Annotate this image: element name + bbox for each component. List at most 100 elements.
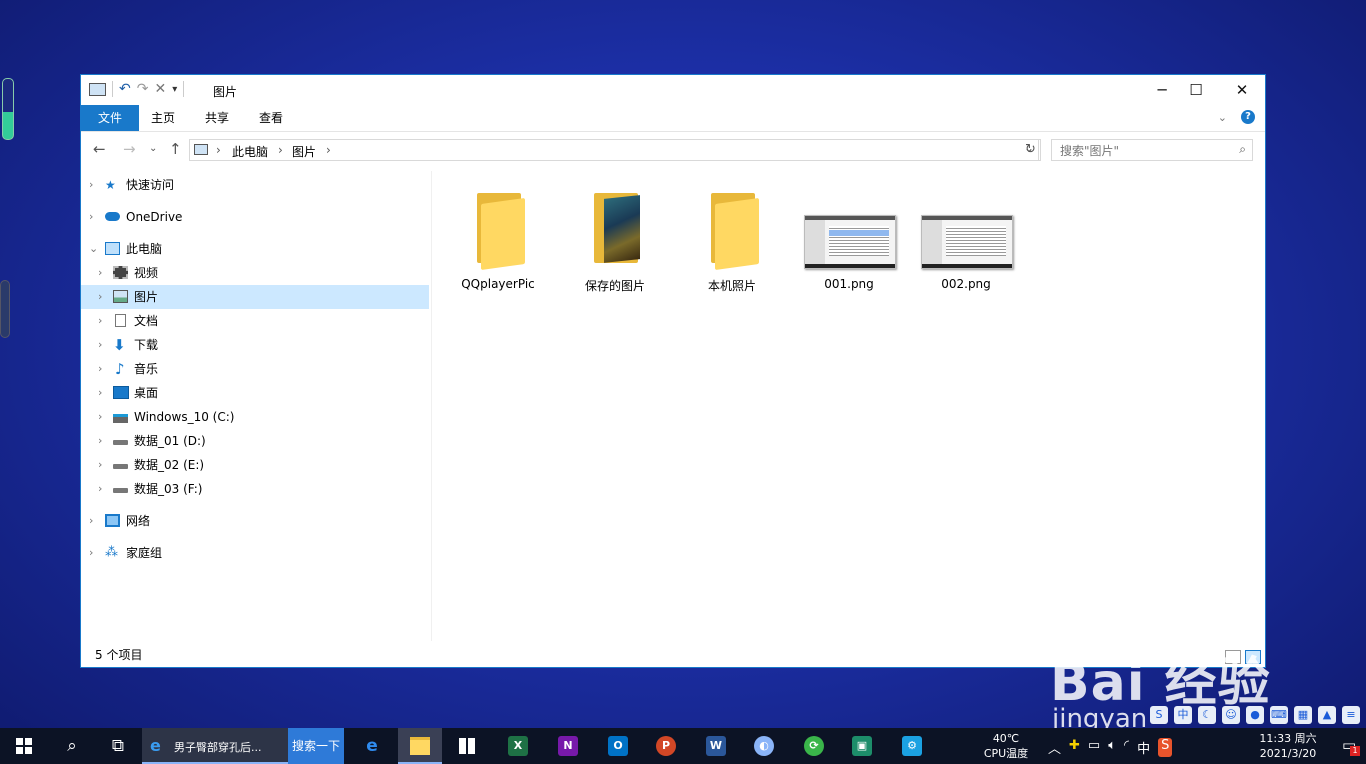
nav-item-this-pc[interactable]: ⌄ 此电脑 [81, 237, 429, 261]
refresh-app-icon[interactable]: ⟳ [792, 728, 836, 764]
expand-chevron-icon[interactable]: › [89, 541, 93, 565]
store-icon[interactable] [446, 728, 490, 764]
breadcrumb-separator[interactable]: › [216, 143, 221, 157]
help-icon[interactable]: ? [1241, 110, 1255, 124]
search-input[interactable] [1058, 141, 1232, 161]
sogou-ime-icon[interactable]: S [1158, 738, 1173, 757]
ime-logo-icon[interactable]: S [1150, 706, 1168, 724]
nav-item-drive-c[interactable]: › Windows_10 (C:) [81, 405, 429, 429]
breadcrumb-separator[interactable]: › [278, 143, 283, 157]
ime-tools-icon[interactable]: ▦ [1294, 706, 1312, 724]
settings-app-icon[interactable]: ⚙ [890, 728, 934, 764]
gear-icon: ⚙ [902, 736, 922, 756]
ime-moon-icon[interactable]: ☾ [1198, 706, 1216, 724]
expand-chevron-icon[interactable]: › [98, 429, 102, 453]
tab-home[interactable]: 主页 [139, 105, 187, 131]
paint-icon[interactable]: ◐ [742, 728, 786, 764]
nav-item-drive-e[interactable]: › 数据_02 (E:) [81, 453, 429, 477]
file-item-qqplayerpic[interactable]: QQplayerPic [443, 181, 553, 291]
pane-divider[interactable] [431, 171, 432, 641]
forward-icon[interactable]: → [123, 140, 136, 158]
expand-chevron-icon[interactable]: › [98, 357, 102, 381]
onenote-icon[interactable]: N [546, 728, 590, 764]
file-explorer-taskbar[interactable] [398, 728, 442, 764]
expand-chevron-icon[interactable]: › [98, 453, 102, 477]
nav-item-network[interactable]: › 网络 [81, 509, 429, 533]
ime-emoji-icon[interactable]: ☺ [1222, 706, 1240, 724]
nav-item-desktop[interactable]: › 桌面 [81, 381, 429, 405]
nav-item-onedrive[interactable]: › OneDrive [81, 205, 429, 229]
wifi-icon[interactable]: ◜ [1124, 738, 1129, 757]
refresh-button[interactable]: ↻ [1021, 139, 1041, 161]
back-icon[interactable]: ← [93, 140, 106, 158]
word-icon[interactable]: W [694, 728, 738, 764]
outlook-icon[interactable]: O [596, 728, 640, 764]
file-item-saved-pictures[interactable]: 保存的图片 [560, 181, 670, 293]
search-button[interactable]: 搜索一下 [288, 728, 344, 764]
nav-item-documents[interactable]: › 文档 [81, 309, 429, 333]
breadcrumb-pictures[interactable]: 图片 [292, 143, 316, 160]
nav-item-quick-access[interactable]: › ★ 快速访问 [81, 173, 429, 197]
expand-chevron-icon[interactable]: › [98, 261, 102, 285]
expand-chevron-icon[interactable]: › [98, 285, 102, 309]
tab-file[interactable]: 文件 [81, 105, 139, 131]
up-icon[interactable]: ↑ [169, 140, 182, 158]
edge-icon[interactable]: e [350, 728, 394, 764]
delete-icon[interactable]: ✕ [154, 81, 166, 97]
expand-chevron-icon[interactable]: › [89, 205, 93, 229]
search-box[interactable]: ⌕ [1051, 139, 1253, 161]
ime-mic-icon[interactable]: ● [1246, 706, 1264, 724]
close-button[interactable]: ✕ [1219, 75, 1265, 105]
file-item-002-png[interactable]: 002.png [911, 181, 1021, 291]
nav-item-music[interactable]: › ♪ 音乐 [81, 357, 429, 381]
expand-chevron-icon[interactable]: › [98, 477, 102, 501]
expand-chevron-icon[interactable]: › [98, 309, 102, 333]
expand-chevron-icon[interactable]: › [89, 173, 93, 197]
breadcrumb-separator[interactable]: › [326, 143, 331, 157]
expand-chevron-icon[interactable]: › [98, 381, 102, 405]
ime-mode-icon[interactable]: 中 [1174, 706, 1192, 724]
customize-qat-icon[interactable]: ▾ [172, 84, 177, 95]
file-item-001-png[interactable]: 001.png [794, 181, 904, 291]
file-item-camera-roll[interactable]: 本机照片 [677, 181, 787, 293]
nav-item-homegroup[interactable]: › ⁂ 家庭组 [81, 541, 429, 565]
window-icon[interactable] [89, 82, 106, 96]
redo-icon[interactable]: ↷ [137, 81, 149, 97]
expand-chevron-icon[interactable]: › [89, 509, 93, 533]
ime-menu-icon[interactable]: ≡ [1342, 706, 1360, 724]
nav-item-drive-f[interactable]: › 数据_03 (F:) [81, 477, 429, 501]
undo-icon[interactable]: ↶ [119, 81, 131, 97]
collapse-chevron-icon[interactable]: ⌄ [89, 237, 98, 261]
battery-icon[interactable]: ▭ [1088, 738, 1100, 757]
clock[interactable]: 11:33 周六 2021/3/20 [1248, 731, 1328, 761]
address-bar[interactable]: › 此电脑 › 图片 › ⌄ [189, 139, 1039, 161]
expand-chevron-icon[interactable]: › [98, 405, 102, 429]
breadcrumb-this-pc[interactable]: 此电脑 [232, 143, 268, 160]
expand-chevron-icon[interactable]: › [98, 333, 102, 357]
cpu-temperature[interactable]: 40℃ CPU温度 [978, 731, 1034, 761]
nav-item-drive-d[interactable]: › 数据_01 (D:) [81, 429, 429, 453]
image-app-icon[interactable]: ▣ [840, 728, 884, 764]
powerpoint-icon[interactable]: P [644, 728, 688, 764]
show-hidden-icons-icon[interactable]: ︿ [1048, 738, 1061, 757]
volume-icon[interactable]: 🔈︎ [1108, 738, 1116, 757]
start-button[interactable] [2, 728, 46, 764]
nav-item-videos[interactable]: › 视频 [81, 261, 429, 285]
search-icon[interactable]: ⌕ [1239, 142, 1246, 157]
search-taskbar-icon[interactable]: ⌕ [50, 728, 94, 764]
ie-taskbar-button[interactable]: e 男子臀部穿孔后... [142, 728, 288, 764]
input-method-label[interactable]: 中 [1137, 738, 1150, 757]
security-icon[interactable]: ✚ [1069, 738, 1080, 757]
chevron-down-icon[interactable]: ⌄ [1218, 111, 1227, 124]
action-center-icon[interactable]: ▭ 1 [1342, 736, 1360, 756]
recent-locations-icon[interactable]: ⌄ [149, 143, 157, 154]
task-view-icon[interactable]: ⧉ [96, 728, 140, 764]
maximize-button[interactable]: ☐ [1173, 75, 1219, 105]
nav-item-downloads[interactable]: › ⬇ 下载 [81, 333, 429, 357]
ime-skin-icon[interactable]: ▲ [1318, 706, 1336, 724]
tab-share[interactable]: 共享 [193, 105, 241, 131]
excel-icon[interactable]: X [496, 728, 540, 764]
tab-view[interactable]: 查看 [247, 105, 295, 131]
nav-item-pictures[interactable]: › 图片 [81, 285, 429, 309]
ime-keyboard-icon[interactable]: ⌨ [1270, 706, 1288, 724]
